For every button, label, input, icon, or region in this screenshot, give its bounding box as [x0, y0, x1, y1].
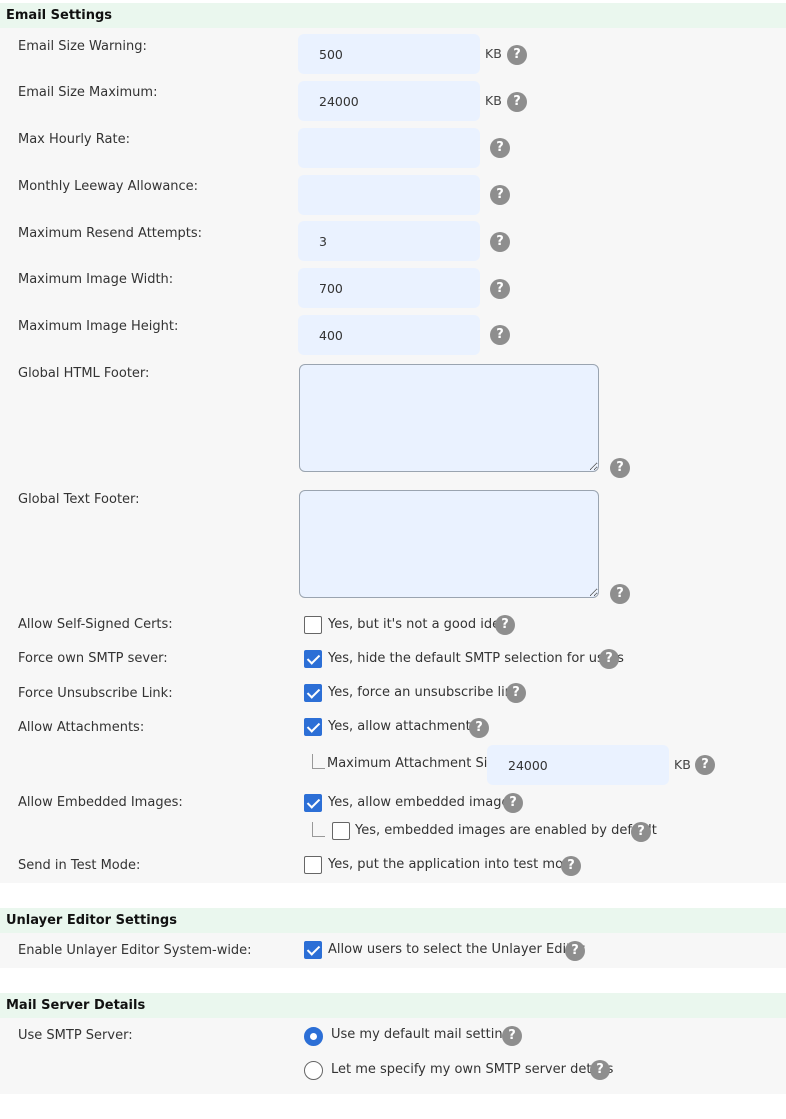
self-signed-label: Allow Self-Signed Certs:: [18, 617, 173, 632]
help-icon[interactable]: ?: [502, 1026, 522, 1046]
smtp-default-radio[interactable]: [304, 1027, 323, 1046]
unlayer-enable-label: Enable Unlayer Editor System-wide:: [18, 943, 252, 958]
help-icon[interactable]: ?: [490, 232, 510, 252]
html-footer-textarea[interactable]: [299, 364, 599, 472]
text-footer-textarea[interactable]: [299, 490, 599, 598]
help-icon[interactable]: ?: [503, 793, 523, 813]
use-smtp-label: Use SMTP Server:: [18, 1028, 133, 1043]
help-icon[interactable]: ?: [610, 584, 630, 604]
test-mode-checkbox[interactable]: [304, 856, 322, 874]
force-smtp-checkbox[interactable]: [304, 650, 322, 668]
monthly-leeway-label: Monthly Leeway Allowance:: [18, 179, 199, 194]
embedded-images-option-label[interactable]: Yes, allow embedded images: [328, 795, 516, 810]
help-icon[interactable]: ?: [490, 138, 510, 158]
max-image-height-label: Maximum Image Height:: [18, 319, 179, 334]
force-unsubscribe-checkbox[interactable]: [304, 684, 322, 702]
email-settings-header: Email Settings: [0, 3, 786, 28]
attachments-checkbox[interactable]: [304, 718, 322, 736]
help-icon[interactable]: ?: [610, 458, 630, 478]
max-image-height-input[interactable]: [298, 315, 480, 355]
self-signed-checkbox[interactable]: [304, 616, 322, 634]
self-signed-option-label[interactable]: Yes, but it's not a good idea: [328, 617, 508, 632]
smtp-default-option-label[interactable]: Use my default mail settings: [331, 1027, 518, 1042]
email-size-maximum-input[interactable]: [298, 81, 480, 121]
max-hourly-rate-label: Max Hourly Rate:: [18, 132, 130, 147]
test-mode-option-label[interactable]: Yes, put the application into test mode: [328, 857, 579, 872]
force-smtp-option-label[interactable]: Yes, hide the default SMTP selection for…: [328, 651, 624, 666]
max-hourly-rate-input[interactable]: [298, 128, 480, 168]
html-footer-label: Global HTML Footer:: [18, 366, 150, 381]
help-icon[interactable]: ?: [631, 822, 651, 842]
unlayer-enable-checkbox[interactable]: [304, 941, 322, 959]
help-icon[interactable]: ?: [695, 755, 715, 775]
email-size-warning-input[interactable]: [298, 34, 480, 74]
test-mode-label: Send in Test Mode:: [18, 858, 141, 873]
smtp-custom-option-label[interactable]: Let me specify my own SMTP server detail…: [331, 1062, 613, 1077]
text-footer-label: Global Text Footer:: [18, 492, 140, 507]
smtp-custom-radio[interactable]: [304, 1061, 323, 1080]
help-icon[interactable]: ?: [507, 45, 527, 65]
tree-connector: [312, 822, 325, 837]
embedded-images-checkbox[interactable]: [304, 794, 322, 812]
max-image-width-label: Maximum Image Width:: [18, 272, 174, 287]
help-icon[interactable]: ?: [506, 683, 526, 703]
mail-server-header: Mail Server Details: [0, 993, 786, 1018]
help-icon[interactable]: ?: [490, 325, 510, 345]
email-size-warning-unit: KB: [485, 46, 502, 61]
help-icon[interactable]: ?: [565, 941, 585, 961]
max-image-width-input[interactable]: [298, 268, 480, 308]
unlayer-settings-header: Unlayer Editor Settings: [0, 908, 786, 933]
help-icon[interactable]: ?: [561, 856, 581, 876]
help-icon[interactable]: ?: [599, 649, 619, 669]
max-resend-label: Maximum Resend Attempts:: [18, 226, 203, 241]
unlayer-enable-option-label[interactable]: Allow users to select the Unlayer Editor: [328, 942, 584, 957]
help-icon[interactable]: ?: [490, 279, 510, 299]
embedded-images-label: Allow Embedded Images:: [18, 795, 183, 810]
attachment-size-unit: KB: [674, 757, 691, 772]
help-icon[interactable]: ?: [495, 615, 515, 635]
help-icon[interactable]: ?: [469, 718, 489, 738]
attachment-size-input[interactable]: [487, 745, 669, 785]
email-size-maximum-label: Email Size Maximum:: [18, 85, 158, 100]
force-smtp-label: Force own SMTP sever:: [18, 651, 168, 666]
email-size-maximum-unit: KB: [485, 93, 502, 108]
tree-connector: [312, 754, 325, 769]
max-resend-input[interactable]: [298, 221, 480, 261]
force-unsubscribe-label: Force Unsubscribe Link:: [18, 686, 173, 701]
monthly-leeway-input[interactable]: [298, 175, 480, 215]
email-size-warning-label: Email Size Warning:: [18, 39, 147, 54]
attachments-option-label[interactable]: Yes, allow attachments: [328, 719, 477, 734]
force-unsubscribe-option-label[interactable]: Yes, force an unsubscribe link: [328, 685, 520, 700]
attachments-label: Allow Attachments:: [18, 720, 145, 735]
attachment-size-label: Maximum Attachment Size: [327, 756, 503, 771]
embedded-default-checkbox[interactable]: [332, 822, 350, 840]
embedded-default-option-label[interactable]: Yes, embedded images are enabled by defa…: [355, 823, 657, 838]
help-icon[interactable]: ?: [490, 185, 510, 205]
help-icon[interactable]: ?: [507, 92, 527, 112]
help-icon[interactable]: ?: [590, 1060, 610, 1080]
